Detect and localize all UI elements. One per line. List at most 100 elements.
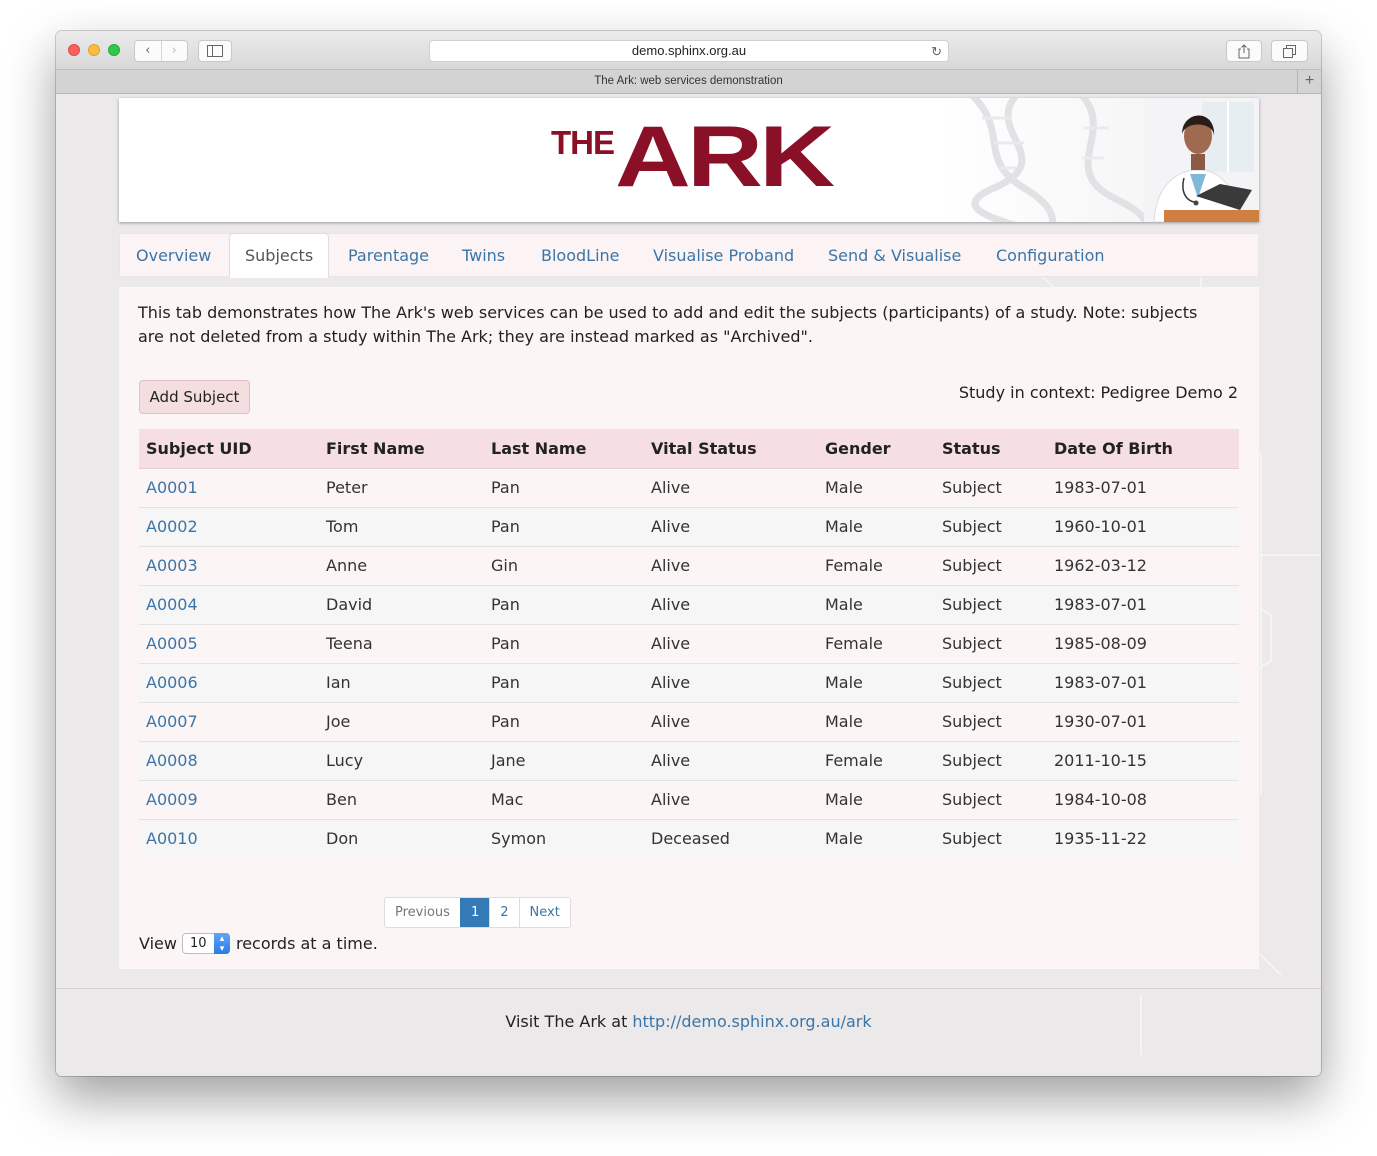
subject-uid-link[interactable]: A0001 (146, 478, 198, 497)
last-name-cell: Symon (484, 818, 644, 858)
first-name-cell: Ben (319, 779, 484, 819)
reload-icon[interactable]: ↻ (931, 42, 942, 62)
tab-send-visualise[interactable]: Send & Visualise (828, 234, 961, 277)
table-row: A0009 Ben Mac Alive Male Subject 1984-10… (139, 779, 1239, 819)
gender-cell: Male (818, 779, 935, 819)
address-bar[interactable]: demo.sphinx.org.au ↻ (429, 40, 949, 62)
tab-twins[interactable]: Twins (462, 234, 505, 277)
share-button[interactable] (1226, 40, 1262, 62)
tab-visualise-proband[interactable]: Visualise Proband (653, 234, 794, 277)
last-name-cell: Pan (484, 701, 644, 741)
vital-status-cell: Alive (644, 701, 818, 741)
subject-uid-link[interactable]: A0010 (146, 829, 198, 848)
previous-page-button[interactable]: Previous (385, 898, 460, 927)
gender-cell: Male (818, 468, 935, 507)
site-banner: THE ARK (119, 98, 1259, 222)
tab-overview[interactable]: Overview (136, 234, 211, 277)
first-name-cell: Joe (319, 701, 484, 741)
subject-uid-link[interactable]: A0004 (146, 595, 198, 614)
footer-text: Visit The Ark at (505, 1012, 628, 1031)
date-of-birth-cell: 1984-10-08 (1047, 779, 1239, 819)
share-icon (1238, 43, 1250, 58)
forward-arrow-icon[interactable]: › (160, 41, 188, 61)
vital-status-cell: Alive (644, 740, 818, 780)
table-row: A0004 David Pan Alive Male Subject 1983-… (139, 584, 1239, 624)
table-row: A0010 Don Symon Deceased Male Subject 19… (139, 818, 1239, 858)
column-header-vital-status[interactable]: Vital Status (644, 429, 818, 469)
subject-uid-link[interactable]: A0002 (146, 517, 198, 536)
gender-cell: Male (818, 818, 935, 858)
column-header-subject-uid[interactable]: Subject UID (139, 429, 319, 469)
subject-uid-link[interactable]: A0003 (146, 556, 198, 575)
table-row: A0006 Ian Pan Alive Male Subject 1983-07… (139, 662, 1239, 702)
table-row: A0008 Lucy Jane Alive Female Subject 201… (139, 740, 1239, 780)
column-header-status[interactable]: Status (935, 429, 1047, 469)
gender-cell: Female (818, 623, 935, 663)
column-header-date-of-birth[interactable]: Date Of Birth (1047, 429, 1239, 469)
status-cell: Subject (935, 468, 1047, 507)
tab-parentage[interactable]: Parentage (348, 234, 429, 277)
column-header-last-name[interactable]: Last Name (484, 429, 644, 469)
intro-text: This tab demonstrates how The Ark's web … (138, 303, 1198, 346)
status-cell: Subject (935, 701, 1047, 741)
subject-uid-link[interactable]: A0007 (146, 712, 198, 731)
subject-uid-link[interactable]: A0005 (146, 634, 198, 653)
status-cell: Subject (935, 779, 1047, 819)
page-size-control: View 10 ▴ ▾ records at a time. (139, 932, 378, 954)
vital-status-cell: Alive (644, 662, 818, 702)
subject-uid-link[interactable]: A0009 (146, 790, 198, 809)
table-row: A0005 Teena Pan Alive Female Subject 198… (139, 623, 1239, 663)
main-nav-tabs: Overview Subjects Parentage Twins BloodL… (119, 233, 1259, 278)
last-name-cell: Pan (484, 662, 644, 702)
table-row: A0001 Peter Pan Alive Male Subject 1983-… (139, 468, 1239, 507)
sidebar-toggle-button[interactable] (198, 40, 232, 62)
zoom-window-button[interactable] (108, 44, 120, 56)
show-tabs-button[interactable] (1271, 40, 1308, 62)
page-size-select[interactable]: 10 ▴ ▾ (181, 932, 230, 954)
tab-configuration[interactable]: Configuration (996, 234, 1105, 277)
first-name-cell: Teena (319, 623, 484, 663)
next-page-button[interactable]: Next (518, 898, 570, 927)
table-row: A0002 Tom Pan Alive Male Subject 1960-10… (139, 506, 1239, 546)
new-tab-icon[interactable]: + (1297, 70, 1321, 93)
table-row: A0007 Joe Pan Alive Male Subject 1930-07… (139, 701, 1239, 741)
subjects-table: Subject UID First Name Last Name Vital S… (139, 429, 1239, 858)
page-2-button[interactable]: 2 (489, 898, 518, 927)
browser-tab-title: The Ark: web services demonstration (594, 75, 783, 87)
page-1-button[interactable]: 1 (459, 898, 490, 927)
status-cell: Subject (935, 623, 1047, 663)
status-cell: Subject (935, 662, 1047, 702)
subject-uid-link[interactable]: A0008 (146, 751, 198, 770)
subject-uid-link[interactable]: A0006 (146, 673, 198, 692)
vital-status-cell: Alive (644, 779, 818, 819)
minimize-window-button[interactable] (88, 44, 100, 56)
vital-status-cell: Alive (644, 584, 818, 624)
tab-bloodline[interactable]: BloodLine (541, 234, 620, 277)
date-of-birth-cell: 1962-03-12 (1047, 545, 1239, 585)
add-subject-button[interactable]: Add Subject (139, 380, 250, 414)
first-name-cell: Ian (319, 662, 484, 702)
column-header-gender[interactable]: Gender (818, 429, 935, 469)
dna-helix-image (969, 98, 1144, 222)
status-cell: Subject (935, 506, 1047, 546)
date-of-birth-cell: 1983-07-01 (1047, 662, 1239, 702)
table-header-row: Subject UID First Name Last Name Vital S… (139, 429, 1239, 469)
back-arrow-icon[interactable]: ‹ (135, 41, 161, 61)
vital-status-cell: Alive (644, 468, 818, 507)
date-of-birth-cell: 1930-07-01 (1047, 701, 1239, 741)
date-of-birth-cell: 1983-07-01 (1047, 584, 1239, 624)
column-header-first-name[interactable]: First Name (319, 429, 484, 469)
page-footer: Visit The Ark at http://demo.sphinx.org.a… (56, 1012, 1321, 1031)
footer-ark-link[interactable]: http://demo.sphinx.org.au/ark (632, 1012, 871, 1031)
vital-status-cell: Alive (644, 623, 818, 663)
browser-window: ‹ › demo.sphinx.org.au ↻ The Ark: web se… (56, 31, 1321, 1076)
last-name-cell: Pan (484, 623, 644, 663)
status-cell: Subject (935, 740, 1047, 780)
first-name-cell: Anne (319, 545, 484, 585)
tab-subjects[interactable]: Subjects (229, 233, 330, 278)
date-of-birth-cell: 2011-10-15 (1047, 740, 1239, 780)
close-window-button[interactable] (68, 44, 80, 56)
status-cell: Subject (935, 584, 1047, 624)
browser-tab[interactable]: The Ark: web services demonstration + (56, 70, 1321, 94)
doctor-photo (1144, 98, 1259, 222)
